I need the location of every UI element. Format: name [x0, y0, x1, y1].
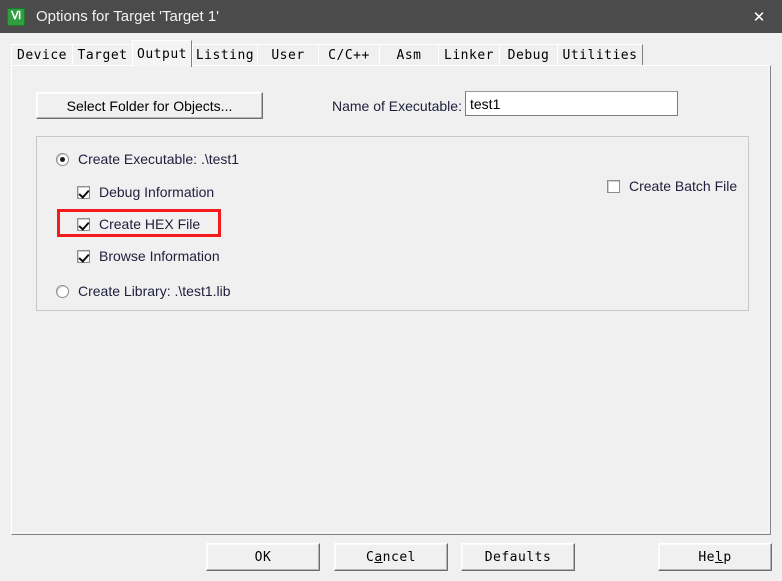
help-prefix: He — [698, 549, 715, 565]
tab-asm[interactable]: Asm — [379, 44, 439, 66]
tab-linker[interactable]: Linker — [438, 44, 500, 66]
tab-strip: Device Target Output Listing User C/C++ … — [0, 33, 782, 67]
name-of-executable-label: Name of Executable: — [332, 98, 462, 114]
tab-c-cpp[interactable]: C/C++ — [318, 44, 380, 66]
cancel-suffix: ncel — [382, 549, 416, 565]
tab-listing[interactable]: Listing — [192, 44, 258, 66]
defaults-button[interactable]: Defaults — [461, 543, 575, 571]
create-hex-file-label: Create HEX File — [99, 216, 201, 232]
tab-target[interactable]: Target — [72, 44, 133, 66]
help-button[interactable]: He l p — [658, 543, 772, 571]
create-batch-file-label: Create Batch File — [629, 178, 738, 194]
close-icon[interactable]: ✕ — [736, 0, 782, 33]
app-icon-glyph: Ⅵ — [11, 10, 21, 22]
create-executable-radio[interactable]: Create Executable: .\test1 — [56, 151, 239, 167]
tab-output[interactable]: Output — [132, 40, 192, 67]
radio-indicator — [56, 152, 69, 166]
create-library-label: Create Library: .\test1.lib — [78, 283, 231, 299]
keil-uvision-icon: Ⅵ — [7, 7, 25, 26]
create-executable-label: Create Executable: .\test1 — [78, 151, 240, 167]
title-bar: Ⅵ Options for Target 'Target 1' ✕ — [0, 0, 782, 33]
create-hex-file-checkbox[interactable]: Create HEX File — [77, 216, 200, 232]
browse-information-label: Browse Information — [99, 248, 220, 264]
debug-information-label: Debug Information — [99, 184, 215, 200]
tab-device[interactable]: Device — [11, 44, 73, 66]
tab-utilities[interactable]: Utilities — [557, 44, 643, 66]
ok-button[interactable]: OK — [206, 543, 320, 571]
checkbox-indicator — [77, 185, 90, 199]
output-options-groupbox: Create Executable: .\test1 Debug Informa… — [36, 136, 749, 311]
cancel-button[interactable]: Ca ncel — [334, 543, 448, 571]
tab-debug[interactable]: Debug — [499, 44, 558, 66]
window-title: Options for Target 'Target 1' — [36, 8, 220, 25]
browse-information-checkbox[interactable]: Browse Information — [77, 248, 220, 264]
create-library-radio[interactable]: Create Library: .\test1.lib — [56, 283, 231, 299]
output-tab-panel: Select Folder for Objects... Name of Exe… — [11, 65, 771, 535]
cancel-accel: a — [374, 549, 383, 565]
checkbox-indicator — [77, 217, 90, 231]
help-accel: l — [715, 549, 724, 565]
name-of-executable-input[interactable] — [465, 91, 678, 116]
options-dialog: Ⅵ Options for Target 'Target 1' ✕ Device… — [0, 0, 782, 581]
checkbox-indicator — [77, 249, 90, 263]
help-suffix: p — [723, 549, 732, 565]
debug-information-checkbox[interactable]: Debug Information — [77, 184, 214, 200]
cancel-prefix: C — [366, 549, 375, 565]
tab-user[interactable]: User — [257, 44, 319, 66]
select-folder-for-objects-button[interactable]: Select Folder for Objects... — [36, 92, 263, 119]
checkbox-indicator — [607, 179, 620, 193]
radio-indicator — [56, 284, 69, 298]
create-batch-file-checkbox[interactable]: Create Batch File — [607, 178, 737, 194]
